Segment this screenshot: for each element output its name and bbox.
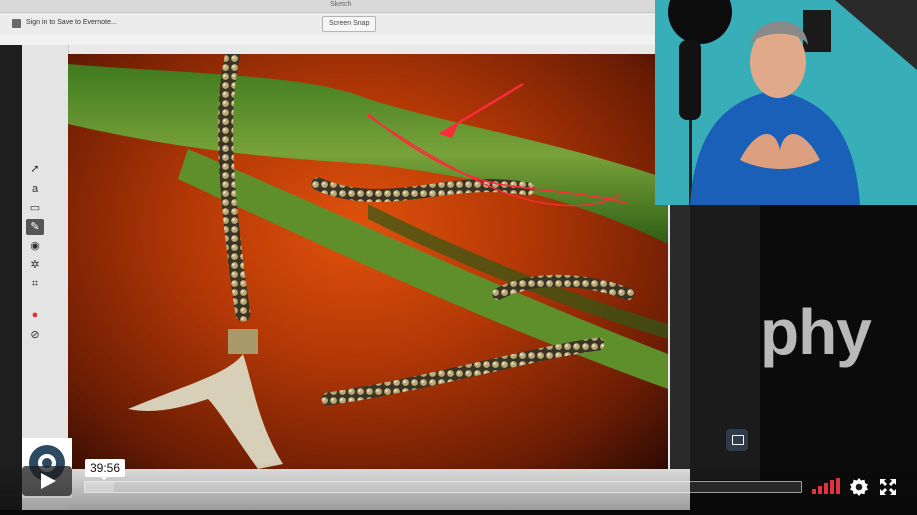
progress-bar[interactable] — [84, 481, 802, 493]
app-window-title: Sketch — [330, 1, 352, 8]
slide-title-text: phy — [760, 296, 872, 368]
fullscreen-button[interactable] — [878, 477, 898, 497]
video-player[interactable]: Sketch Sign in to Save to Evernote... Sc… — [0, 0, 917, 515]
chat-icon — [732, 435, 744, 445]
shape-tool-icon: ▭ — [29, 202, 41, 214]
app-title-bar: Sketch — [0, 0, 690, 13]
highlighter-tool-icon: ◉ — [30, 240, 40, 252]
photo-canvas — [68, 54, 668, 469]
gear-icon — [850, 478, 868, 496]
browser-tab-strip — [0, 35, 690, 45]
volume-bar — [830, 480, 834, 494]
volume-bar — [818, 486, 822, 494]
volume-bar — [824, 483, 828, 494]
volume-bar — [812, 489, 816, 494]
chat-button[interactable] — [726, 429, 748, 451]
photo-illustration — [68, 54, 668, 469]
slide-side-panel — [690, 205, 760, 480]
play-icon — [41, 473, 56, 489]
volume-bar — [836, 478, 840, 494]
webcam-overlay — [655, 0, 917, 205]
app-toolbar: Sign in to Save to Evernote... Screen Sn… — [0, 13, 690, 36]
marker-tool-icon: ✎ — [26, 219, 44, 235]
fullscreen-icon — [880, 479, 896, 495]
annotation-tool-panel: ➚ a ▭ ✎ ◉ ✲ ⌗ ● ⊘ — [22, 45, 69, 505]
evernote-signin-link: Sign in to Save to Evernote... — [26, 19, 117, 26]
screen-snap-dropdown: Screen Snap — [322, 16, 377, 32]
color-picker-icon: ● — [31, 309, 39, 321]
time-tooltip: 39:56 — [85, 459, 126, 480]
text-tool-icon: a — [31, 183, 39, 195]
line-size-icon: ⊘ — [30, 329, 40, 341]
arrow-tool-icon: ➚ — [30, 163, 40, 175]
play-button[interactable] — [22, 466, 72, 496]
volume-control[interactable] — [812, 478, 840, 494]
progress-played — [85, 482, 114, 492]
dock-gutter — [0, 45, 22, 510]
settings-button[interactable] — [849, 477, 869, 497]
stamp-tool-icon: ✲ — [30, 259, 40, 271]
evernote-icon — [12, 19, 21, 28]
screen-recording: Sketch Sign in to Save to Evernote... Sc… — [0, 0, 690, 510]
crop-tool-icon: ⌗ — [31, 278, 39, 290]
presenter-illustration — [655, 0, 917, 205]
